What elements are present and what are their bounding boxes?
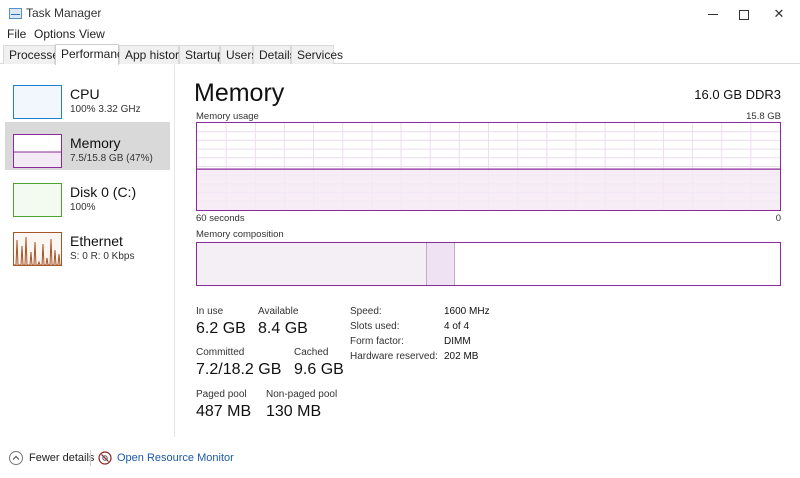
cached-label: Cached: [294, 347, 329, 358]
resource-monitor-icon: [98, 451, 112, 465]
open-resource-monitor-link[interactable]: Open Resource Monitor: [117, 452, 234, 464]
minimize-button[interactable]: [696, 0, 730, 28]
tab-services[interactable]: Services: [291, 45, 343, 64]
composition-modified: [425, 243, 456, 285]
non-paged-pool-value: 130 MB: [266, 403, 322, 420]
maximize-icon: [739, 9, 749, 20]
window-title: Task Manager: [26, 6, 102, 20]
committed-value: 7.2/18.2 GB: [196, 361, 282, 378]
graph-time-label: 60 seconds: [196, 213, 245, 224]
ethernet-thumbnail-graph: [13, 232, 62, 266]
tab-processes[interactable]: Processes: [3, 45, 65, 64]
resource-detail: 7.5/15.8 GB (47%): [70, 153, 153, 164]
tab-users[interactable]: Users: [220, 45, 257, 64]
memory-composition-bar: [196, 242, 781, 286]
speed-value: 1600 MHz: [444, 306, 490, 317]
title-bar: Task Manager ✕: [0, 0, 800, 28]
resource-name: Ethernet: [70, 233, 123, 249]
tab-startup[interactable]: Startup: [179, 45, 224, 64]
resource-detail: 100%: [70, 202, 96, 213]
available-label: Available: [258, 306, 299, 317]
fewer-details-link[interactable]: Fewer details: [29, 452, 94, 464]
tab-details[interactable]: Details: [253, 45, 296, 64]
cached-value: 9.6 GB: [294, 361, 344, 378]
memory-detail-panel: Memory 16.0 GB DDR3 Memory usage 15.8 GB…: [176, 65, 800, 437]
footer: Fewer details Open Resource Monitor: [0, 440, 800, 478]
graph-time-min: 0: [775, 213, 781, 224]
hardware-reserved-value: 202 MB: [444, 351, 479, 362]
resource-item-disk[interactable]: Disk 0 (C:) 100%: [5, 171, 170, 219]
in-use-label: In use: [196, 306, 224, 317]
resource-detail: S: 0 R: 0 Kbps: [70, 251, 135, 262]
cpu-thumbnail-graph: [13, 85, 62, 119]
memory-spec: 16.0 GB DDR3: [694, 87, 781, 102]
menu-file[interactable]: File: [7, 27, 26, 41]
minimize-icon: [708, 14, 718, 16]
close-icon: ✕: [773, 6, 785, 21]
non-paged-pool-label: Non-paged pool: [266, 389, 338, 400]
resource-item-cpu[interactable]: CPU 100% 3.32 GHz: [5, 73, 170, 121]
footer-divider: [90, 450, 91, 466]
menu-view[interactable]: View: [79, 27, 105, 41]
resource-item-memory[interactable]: Memory 7.5/15.8 GB (47%): [5, 122, 170, 170]
speed-label: Speed:: [350, 306, 382, 317]
composition-label: Memory composition: [196, 229, 284, 240]
tab-performance[interactable]: Performance: [55, 44, 130, 65]
composition-in-use: [197, 243, 426, 285]
slots-used-value: 4 of 4: [444, 321, 470, 332]
usage-graph-label: Memory usage: [196, 111, 259, 122]
hardware-reserved-label: Hardware reserved:: [350, 351, 438, 362]
usage-graph-max: 15.8 GB: [746, 111, 781, 122]
close-button[interactable]: ✕: [762, 0, 796, 28]
resource-name: Disk 0 (C:): [70, 184, 137, 200]
paged-pool-label: Paged pool: [196, 389, 247, 400]
resource-name: CPU: [70, 86, 100, 102]
resource-name: Memory: [70, 135, 121, 151]
resource-list: CPU 100% 3.32 GHz Memory 7.5/15.8 GB (47…: [0, 65, 175, 437]
committed-label: Committed: [196, 347, 245, 358]
page-title: Memory: [194, 79, 285, 107]
chevron-up-icon: [12, 455, 20, 460]
form-factor-label: Form factor:: [350, 336, 404, 347]
resource-detail: 100% 3.32 GHz: [70, 104, 141, 115]
in-use-value: 6.2 GB: [196, 320, 246, 337]
memory-usage-graph: [196, 122, 781, 211]
resource-item-ethernet[interactable]: Ethernet S: 0 R: 0 Kbps: [5, 220, 170, 268]
menu-options[interactable]: Options: [34, 27, 75, 41]
slots-used-label: Slots used:: [350, 321, 400, 332]
disk-thumbnail-graph: [13, 183, 62, 217]
memory-thumbnail-graph: [13, 134, 62, 168]
form-factor-value: DIMM: [444, 336, 471, 347]
available-value: 8.4 GB: [258, 320, 308, 337]
maximize-button[interactable]: [727, 0, 761, 28]
tab-bar: Processes Performance App history Startu…: [0, 44, 800, 65]
fewer-details-button[interactable]: [9, 451, 23, 465]
paged-pool-value: 487 MB: [196, 403, 252, 420]
tab-app-history[interactable]: App history: [119, 45, 185, 64]
task-manager-icon: [9, 8, 22, 19]
usage-area: [197, 169, 780, 210]
